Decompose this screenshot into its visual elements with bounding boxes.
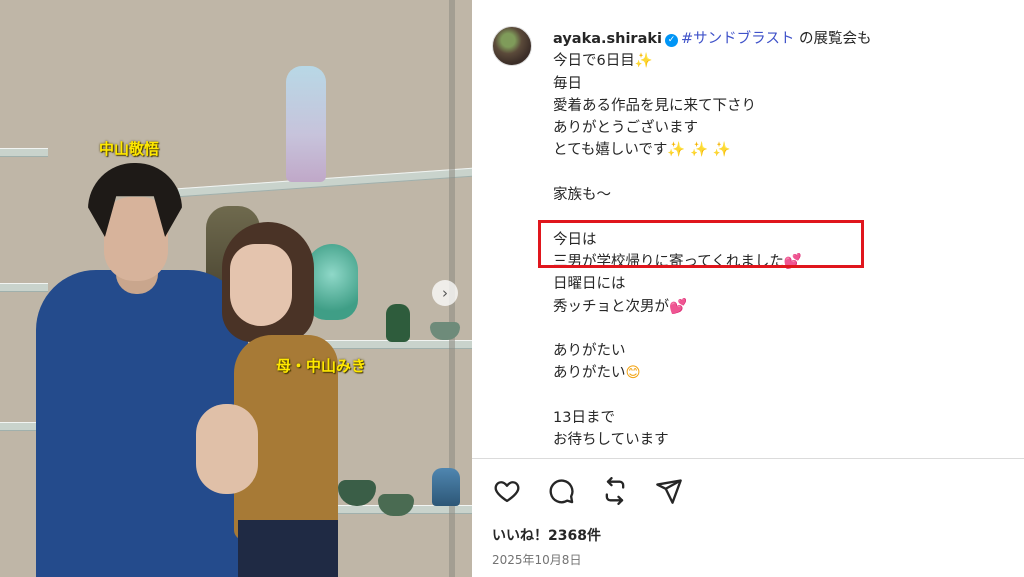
caption-text: とても嬉しいです [553,142,668,159]
highlight-box [538,220,864,268]
caption-text: 愛着ある作品を見に来て下さり [553,97,756,114]
caption-text: お待ちしています [553,432,669,449]
caption-text: ありがとうございます [553,120,698,137]
caption-text: 家族も〜 [553,187,611,204]
caption-text: 日曜日には [553,276,626,293]
mother-face [230,244,292,326]
photo-label-son: 中山敬悟 [99,140,160,158]
caption-text: 今日で6日目 [553,53,635,70]
verified-badge-icon: ✓ [664,34,678,47]
caption-line: 今日で6日目✨ [553,50,993,72]
caption-text: 毎日 [553,75,582,92]
action-bar [492,476,684,506]
caption-line: 日曜日には [553,273,993,295]
hashtag-link[interactable]: #サンドブラスト [681,31,794,47]
repost-button[interactable] [600,476,630,506]
caption-line: ありがたい [553,340,993,362]
heart-icon [494,481,520,503]
caption-line: とても嬉しいです✨ ✨ ✨ [553,139,993,161]
photo-label-mother: 母・中山みき [276,357,367,375]
chevron-right-icon: › [442,284,448,302]
post-photo: 中山敬悟 母・中山みき › [0,0,472,577]
caption-line: ayaka.shiraki ✓ #サンドブラスト の展覧会も [553,28,993,50]
glass-shelf [0,422,40,431]
tall-glass-vase [286,66,326,182]
caption-line: 家族も〜 [553,184,993,206]
hearts-emoji: 💕 [669,298,688,315]
sparkle-emoji: ✨ ✨ ✨ [667,142,731,159]
glass-shelf [0,283,48,292]
likes-count[interactable]: いいね！2368件 [492,525,601,545]
comment-icon [549,479,574,504]
caption-line: 13日まで [553,407,993,429]
smile-emoji: 😊 [625,365,641,382]
caption-line: ありがたい😊 [553,362,993,384]
sparkle-emoji: ✨ [634,53,653,70]
carousel-next-button[interactable]: › [432,280,458,306]
mother-skirt [238,520,338,577]
caption-line: 秀ッチョと次男が💕 [553,296,993,318]
avatar[interactable] [492,26,532,66]
caption-line: 毎日 [553,73,993,95]
glass-shelf [0,148,48,157]
like-button[interactable] [492,476,522,506]
caption-cutoff [553,452,993,462]
blue-goblet [432,468,460,506]
share-button[interactable] [654,476,684,506]
mother-arm [196,404,258,494]
caption-text: 秀ッチョと次男が [553,298,669,315]
caption-text: ありがたい [553,365,626,382]
small-bowl [430,322,460,340]
caption-text: ありがたい [553,343,626,360]
comment-button[interactable] [546,476,576,506]
caption-line: ありがとうございます [553,117,993,139]
post-date: 2025年10月8日 [492,553,582,567]
caption-text: の展覧会も [794,31,872,47]
share-icon [656,479,682,504]
caption-line: 愛着ある作品を見に来て下さり [553,95,993,117]
green-bowl [338,480,376,506]
dark-green-vase [386,304,410,342]
caption-line: お待ちしています [553,429,993,451]
username-link[interactable]: ayaka.shiraki [553,31,662,47]
repost-icon [605,477,625,505]
divider [472,458,1024,459]
caption-text: 13日まで [553,410,615,427]
